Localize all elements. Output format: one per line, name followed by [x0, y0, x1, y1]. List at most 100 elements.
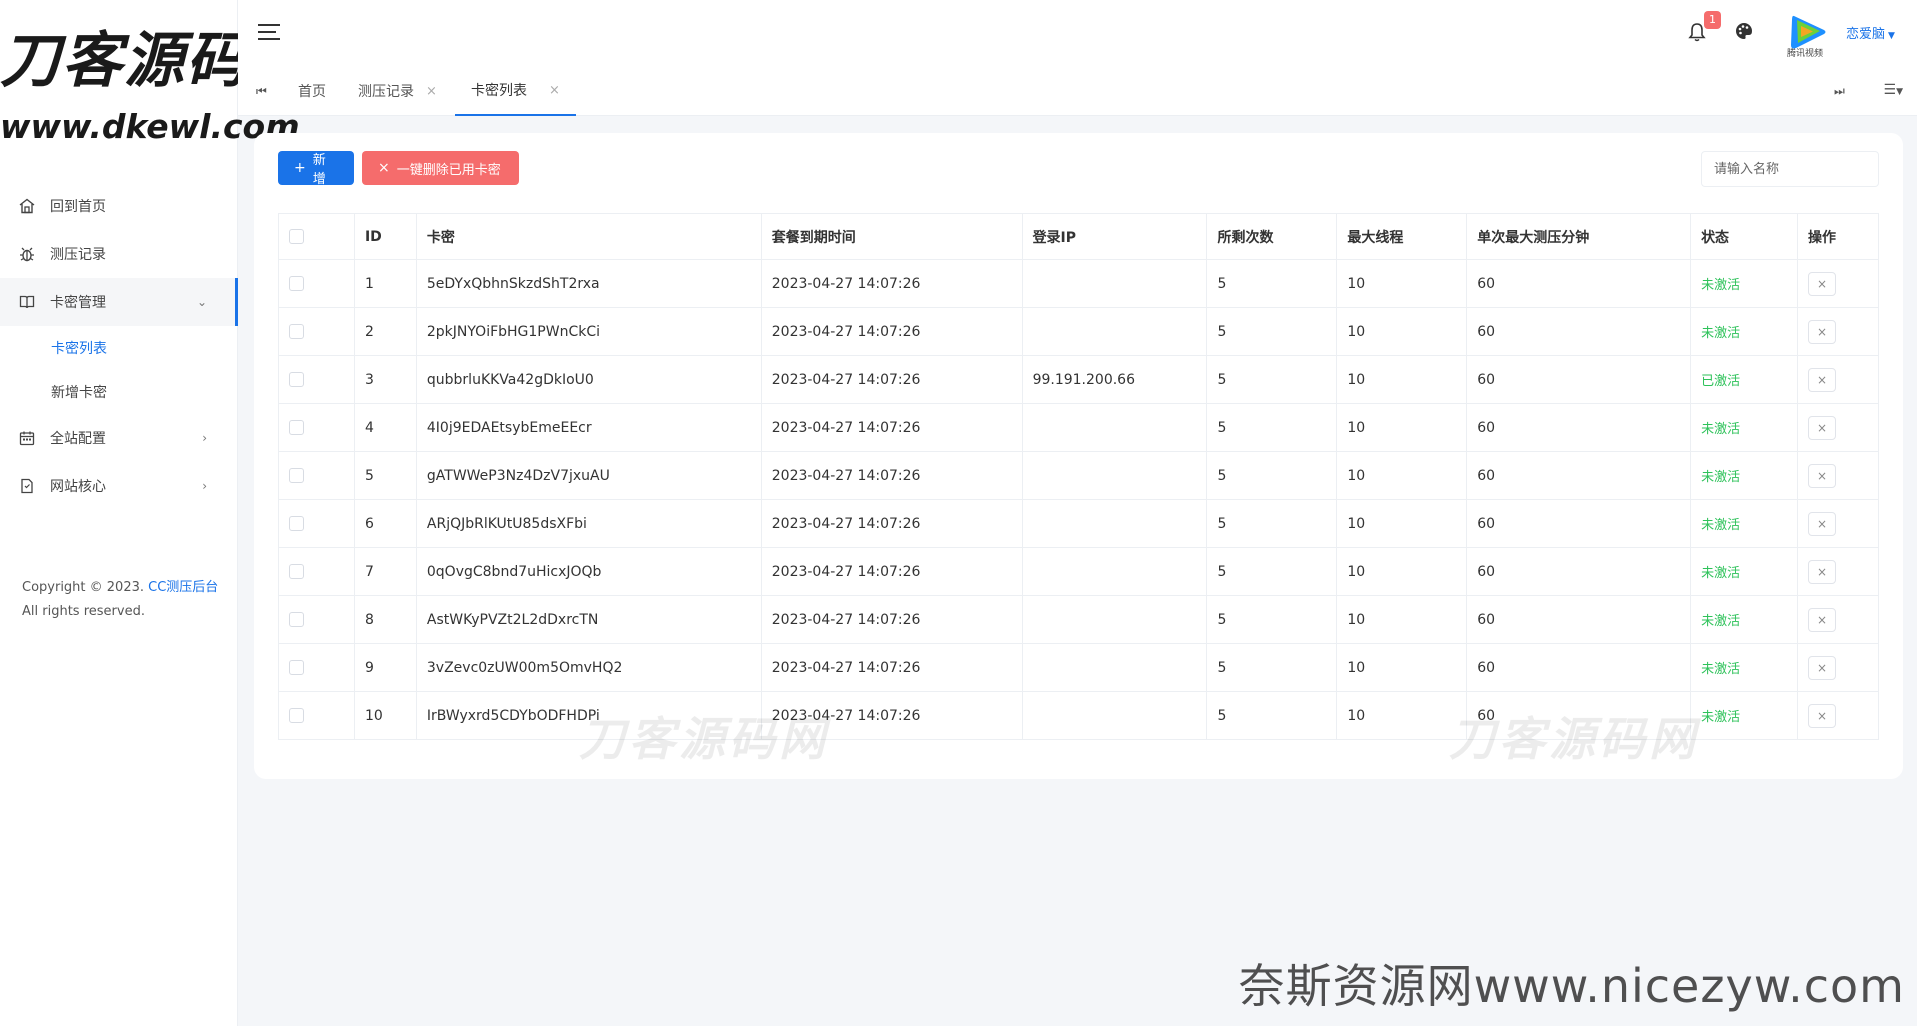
row-select[interactable] [278, 547, 355, 596]
cell-remaining: 5 [1206, 643, 1338, 692]
cell-threads: 10 [1336, 499, 1468, 548]
calendar-icon [18, 429, 36, 447]
cell-minutes: 60 [1466, 643, 1692, 692]
tab-home[interactable]: 首页 [298, 66, 326, 116]
row-select[interactable] [278, 355, 355, 404]
column-header: ID [353, 213, 417, 260]
status-badge: 未激活 [1701, 662, 1741, 677]
tab-records[interactable]: 测压记录 × [358, 66, 437, 116]
sidebar-subitem-add-card[interactable]: 新增卡密 [0, 370, 237, 414]
cell-status: 未激活 [1690, 403, 1798, 452]
cell-ip [1021, 643, 1208, 692]
copyright-rights: All rights reserved. [22, 604, 145, 619]
sidebar-menu: 回到首页 测压记录 卡密管理 ⌄ 卡密列表 新增卡密 全站配置 › 网站核心 › [0, 182, 238, 510]
palette-icon[interactable] [1735, 22, 1755, 42]
file-icon [18, 477, 36, 495]
select-all-checkbox[interactable] [289, 229, 304, 244]
copyright-link[interactable]: CC测压后台 [148, 580, 218, 595]
cell-card: 0qOvgC8bnd7uHicxJOQb [415, 547, 762, 596]
menu-toggle-icon[interactable] [258, 24, 280, 40]
row-select[interactable] [278, 451, 355, 500]
row-select[interactable] [278, 403, 355, 452]
sidebar-item-site-config[interactable]: 全站配置 › [0, 414, 237, 462]
delete-used-button[interactable]: × 一键删除已用卡密 [362, 151, 519, 185]
sidebar-item-card-management[interactable]: 卡密管理 ⌄ [0, 278, 238, 326]
delete-row-button[interactable]: × [1807, 511, 1836, 536]
delete-row-button[interactable]: × [1807, 607, 1836, 632]
status-badge: 未激活 [1701, 614, 1741, 629]
row-checkbox[interactable] [289, 516, 304, 531]
cell-expire: 2023-04-27 14:07:26 [760, 499, 1023, 548]
cell-id: 6 [353, 499, 417, 548]
row-select[interactable] [278, 691, 355, 740]
row-select[interactable] [278, 499, 355, 548]
column-header: 卡密 [415, 213, 762, 260]
cell-ip [1021, 595, 1208, 644]
status-badge: 未激活 [1701, 278, 1741, 293]
cell-id: 5 [353, 451, 417, 500]
copyright-text: Copyright © 2023. [22, 580, 149, 595]
column-header: 单次最大测压分钟 [1466, 213, 1692, 260]
cell-expire: 2023-04-27 14:07:26 [760, 307, 1023, 356]
row-checkbox[interactable] [289, 324, 304, 339]
chevron-right-icon: › [202, 479, 207, 493]
cell-card: ARjQJbRlKUtU85dsXFbi [415, 499, 762, 548]
cell-actions: × [1796, 595, 1880, 644]
row-select[interactable] [278, 643, 355, 692]
tab-scroll-left-icon[interactable]: ⏮ [256, 84, 267, 99]
row-checkbox[interactable] [289, 372, 304, 387]
cell-threads: 10 [1336, 355, 1468, 404]
select-all[interactable] [278, 213, 355, 260]
row-checkbox[interactable] [289, 708, 304, 723]
cell-remaining: 5 [1206, 451, 1338, 500]
cell-actions: × [1796, 547, 1880, 596]
row-select[interactable] [278, 307, 355, 356]
row-checkbox[interactable] [289, 468, 304, 483]
status-badge: 已激活 [1701, 374, 1741, 389]
delete-row-button[interactable]: × [1807, 319, 1836, 344]
cell-status: 未激活 [1690, 259, 1798, 308]
cell-status: 未激活 [1690, 307, 1798, 356]
cell-ip [1021, 451, 1208, 500]
delete-row-button[interactable]: × [1807, 463, 1836, 488]
cell-actions: × [1796, 307, 1880, 356]
cell-status: 未激活 [1690, 547, 1798, 596]
sidebar-subitem-card-list[interactable]: 卡密列表 [0, 326, 237, 370]
row-checkbox[interactable] [289, 420, 304, 435]
row-checkbox[interactable] [289, 660, 304, 675]
close-icon[interactable]: × [426, 84, 437, 99]
sidebar-item-label: 网站核心 [50, 479, 106, 495]
delete-row-button[interactable]: × [1807, 367, 1836, 392]
tab-card-list[interactable]: 卡密列表 × [455, 66, 576, 116]
row-checkbox[interactable] [289, 612, 304, 627]
cell-threads: 10 [1336, 259, 1468, 308]
corner-watermark: 奈斯资源网www.nicezyw.com [1238, 959, 1905, 1013]
delete-row-button[interactable]: × [1807, 655, 1836, 680]
user-menu[interactable]: 恋爱脑 ▼ [1846, 23, 1895, 42]
delete-row-button[interactable]: × [1807, 559, 1836, 584]
chevron-down-icon: ⌄ [196, 295, 207, 309]
row-select[interactable] [278, 259, 355, 308]
sidebar-item-records[interactable]: 测压记录 [0, 230, 237, 278]
logo[interactable]: 刀客源码网 www.dkewl.com [0, 0, 308, 148]
delete-row-button[interactable]: × [1807, 703, 1836, 728]
close-icon[interactable]: × [549, 83, 560, 98]
row-checkbox[interactable] [289, 276, 304, 291]
tab-menu-icon[interactable]: ☰▼ [1884, 82, 1903, 98]
plus-icon: + [294, 160, 306, 176]
sidebar-item-home[interactable]: 回到首页 [0, 182, 237, 230]
sidebar-item-site-core[interactable]: 网站核心 › [0, 462, 237, 510]
cell-minutes: 60 [1466, 307, 1692, 356]
table-watermark: 刀客源码网 [579, 712, 829, 766]
cell-actions: × [1796, 643, 1880, 692]
tab-scroll-right-icon[interactable]: ⏭ [1834, 84, 1845, 99]
row-select[interactable] [278, 595, 355, 644]
delete-row-button[interactable]: × [1807, 271, 1836, 296]
delete-used-label: 一键删除已用卡密 [396, 162, 501, 178]
table-row: 7 0qOvgC8bnd7uHicxJOQb 2023-04-27 14:07:26… [278, 547, 1880, 596]
delete-row-button[interactable]: × [1807, 415, 1836, 440]
content-card: + 新增 × 一键删除已用卡密 ID 卡密 套餐到期时间 登录IP 所剩次数 最… [254, 133, 1903, 779]
row-checkbox[interactable] [289, 564, 304, 579]
search-input[interactable] [1701, 151, 1879, 187]
add-button[interactable]: + 新增 [278, 151, 354, 187]
